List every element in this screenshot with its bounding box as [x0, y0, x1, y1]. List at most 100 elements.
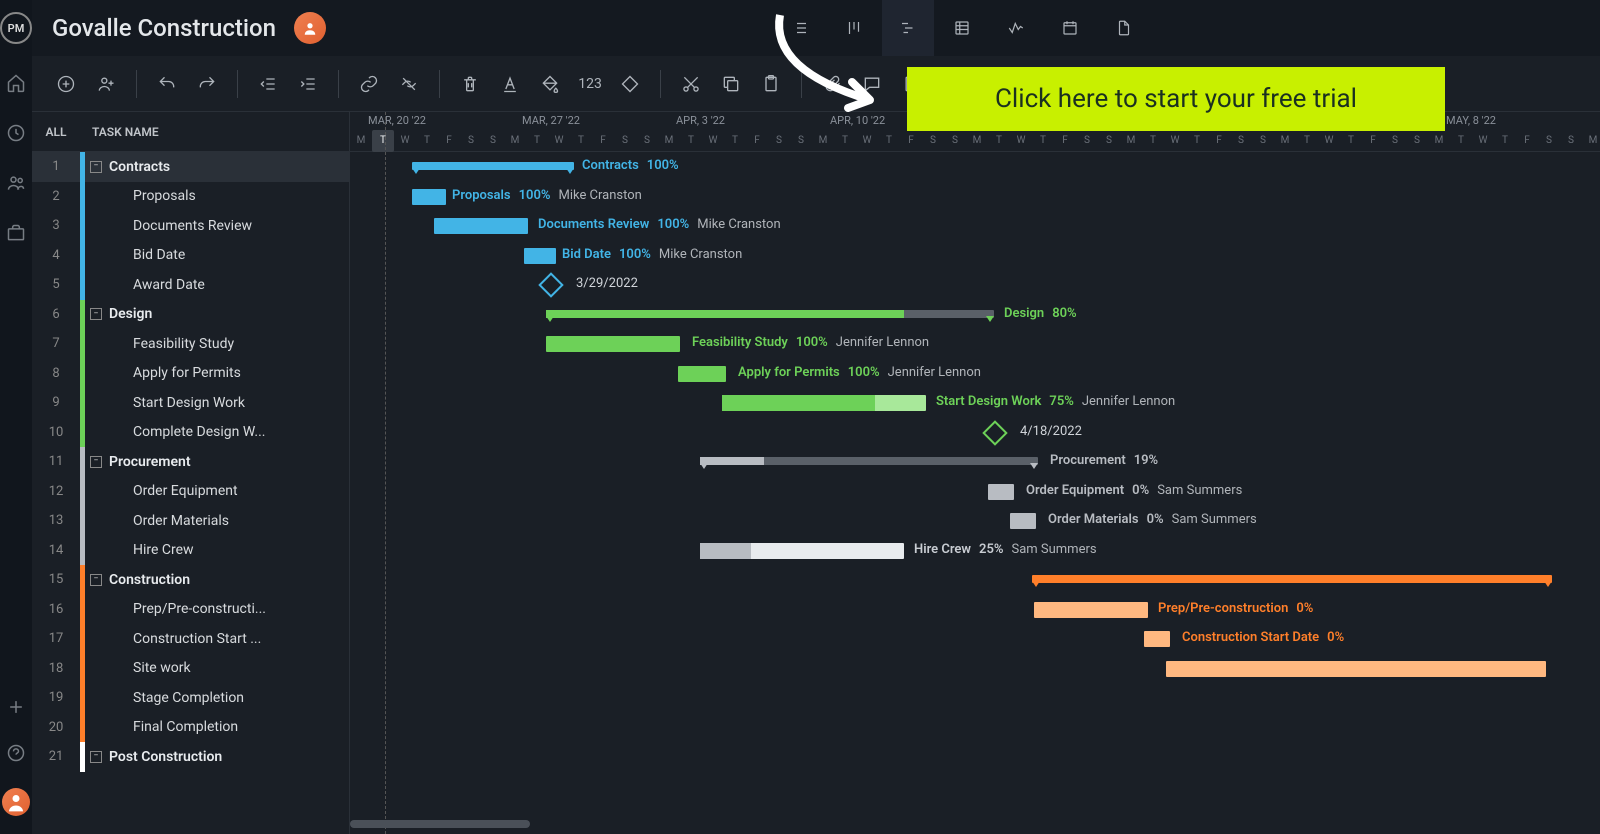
team-icon[interactable] — [5, 172, 27, 194]
task-row[interactable]: 3Documents Review — [32, 211, 349, 241]
app-logo[interactable]: PM — [0, 12, 32, 44]
view-workload-icon[interactable] — [990, 0, 1042, 56]
priority-icon[interactable] — [614, 68, 646, 100]
task-row[interactable]: 13Order Materials — [32, 506, 349, 536]
gantt-row[interactable]: Order Materials0%Sam Summers — [350, 506, 1600, 536]
task-row[interactable]: 6−Design — [32, 300, 349, 330]
gantt-row[interactable] — [350, 713, 1600, 743]
task-row[interactable]: 14Hire Crew — [32, 536, 349, 566]
gantt-bar[interactable] — [678, 366, 726, 382]
gantt-row[interactable]: Documents Review100%Mike Cranston — [350, 211, 1600, 241]
paste-icon[interactable] — [755, 68, 787, 100]
user-avatar-top[interactable] — [294, 12, 326, 44]
column-task-name[interactable]: TASK NAME — [80, 125, 159, 139]
task-row[interactable]: 5Award Date — [32, 270, 349, 300]
user-avatar-sidebar[interactable] — [2, 788, 30, 816]
gantt-row[interactable] — [350, 565, 1600, 595]
gantt-bar[interactable] — [700, 543, 904, 559]
task-row[interactable]: 7Feasibility Study — [32, 329, 349, 359]
gantt-bar[interactable] — [722, 395, 926, 411]
task-row[interactable]: 2Proposals — [32, 182, 349, 212]
task-row[interactable]: 9Start Design Work — [32, 388, 349, 418]
gantt-row[interactable]: Design80% — [350, 300, 1600, 330]
attachment-icon[interactable] — [816, 68, 848, 100]
view-gantt-icon[interactable] — [882, 0, 934, 56]
gantt-bar[interactable] — [546, 336, 680, 352]
gantt-bar[interactable] — [1034, 602, 1148, 618]
gantt-row[interactable] — [350, 742, 1600, 772]
gantt-row[interactable]: Order Equipment0%Sam Summers — [350, 477, 1600, 507]
cut-icon[interactable] — [675, 68, 707, 100]
gantt-bar[interactable] — [412, 162, 574, 170]
view-sheet-icon[interactable] — [936, 0, 988, 56]
task-row[interactable]: 16Prep/Pre-constructi... — [32, 595, 349, 625]
task-row[interactable]: 1−Contracts — [32, 152, 349, 182]
task-row[interactable]: 10Complete Design W... — [32, 418, 349, 448]
expand-toggle[interactable]: − — [90, 751, 102, 763]
home-icon[interactable] — [5, 72, 27, 94]
add-icon[interactable] — [5, 696, 27, 718]
task-row[interactable]: 21−Post Construction — [32, 742, 349, 772]
view-board-icon[interactable] — [828, 0, 880, 56]
gantt-bar[interactable] — [988, 484, 1014, 500]
gantt-row[interactable]: Start Design Work75%Jennifer Lennon — [350, 388, 1600, 418]
free-trial-cta[interactable]: Click here to start your free trial — [907, 67, 1445, 131]
task-row[interactable]: 12Order Equipment — [32, 477, 349, 507]
help-icon[interactable] — [5, 742, 27, 764]
task-row[interactable]: 20Final Completion — [32, 713, 349, 743]
number-format-icon[interactable]: 123 — [574, 68, 606, 100]
task-row[interactable]: 4Bid Date — [32, 241, 349, 271]
gantt-row[interactable] — [350, 683, 1600, 713]
task-row[interactable]: 18Site work — [32, 654, 349, 684]
task-row[interactable]: 11−Procurement — [32, 447, 349, 477]
outdent-icon[interactable] — [252, 68, 284, 100]
gantt-row[interactable]: Bid Date100%Mike Cranston — [350, 241, 1600, 271]
view-list-icon[interactable] — [774, 0, 826, 56]
assign-icon[interactable] — [90, 68, 122, 100]
add-task-icon[interactable] — [50, 68, 82, 100]
portfolio-icon[interactable] — [5, 222, 27, 244]
gantt-chart[interactable]: MAR, 20 '22MAR, 27 '22APR, 3 '22APR, 10 … — [350, 112, 1600, 834]
expand-toggle[interactable]: − — [90, 161, 102, 173]
gantt-bar[interactable] — [412, 189, 446, 205]
gantt-row[interactable]: Hire Crew25%Sam Summers — [350, 536, 1600, 566]
gantt-row[interactable]: Proposals100%Mike Cranston — [350, 182, 1600, 212]
gantt-row[interactable]: 3/29/2022 — [350, 270, 1600, 300]
gantt-bar[interactable] — [546, 310, 994, 318]
gantt-row[interactable]: Construction Start Date0% — [350, 624, 1600, 654]
gantt-row[interactable] — [350, 654, 1600, 684]
gantt-bar[interactable] — [434, 218, 528, 234]
gantt-bar[interactable] — [1144, 631, 1170, 647]
horizontal-scrollbar[interactable] — [330, 820, 1530, 830]
milestone-icon[interactable] — [538, 272, 563, 297]
task-row[interactable]: 15−Construction — [32, 565, 349, 595]
task-row[interactable]: 19Stage Completion — [32, 683, 349, 713]
view-calendar-icon[interactable] — [1044, 0, 1096, 56]
expand-toggle[interactable]: − — [90, 574, 102, 586]
undo-icon[interactable] — [151, 68, 183, 100]
delete-icon[interactable] — [454, 68, 486, 100]
column-all[interactable]: ALL — [32, 125, 80, 139]
gantt-bar[interactable] — [1166, 661, 1546, 677]
comment-icon[interactable] — [856, 68, 888, 100]
task-row[interactable]: 17Construction Start ... — [32, 624, 349, 654]
gantt-bar[interactable] — [700, 457, 1038, 465]
milestone-icon[interactable] — [982, 420, 1007, 445]
copy-icon[interactable] — [715, 68, 747, 100]
task-row[interactable]: 8Apply for Permits — [32, 359, 349, 389]
gantt-row[interactable]: Contracts100% — [350, 152, 1600, 182]
indent-icon[interactable] — [292, 68, 324, 100]
gantt-row[interactable]: Feasibility Study100%Jennifer Lennon — [350, 329, 1600, 359]
unlink-icon[interactable] — [393, 68, 425, 100]
link-icon[interactable] — [353, 68, 385, 100]
text-color-icon[interactable] — [494, 68, 526, 100]
redo-icon[interactable] — [191, 68, 223, 100]
recent-icon[interactable] — [5, 122, 27, 144]
gantt-bar[interactable] — [1010, 513, 1036, 529]
gantt-bar[interactable] — [1032, 575, 1552, 583]
fill-color-icon[interactable] — [534, 68, 566, 100]
view-files-icon[interactable] — [1098, 0, 1150, 56]
gantt-row[interactable]: Procurement19% — [350, 447, 1600, 477]
expand-toggle[interactable]: − — [90, 456, 102, 468]
gantt-row[interactable]: 4/18/2022 — [350, 418, 1600, 448]
